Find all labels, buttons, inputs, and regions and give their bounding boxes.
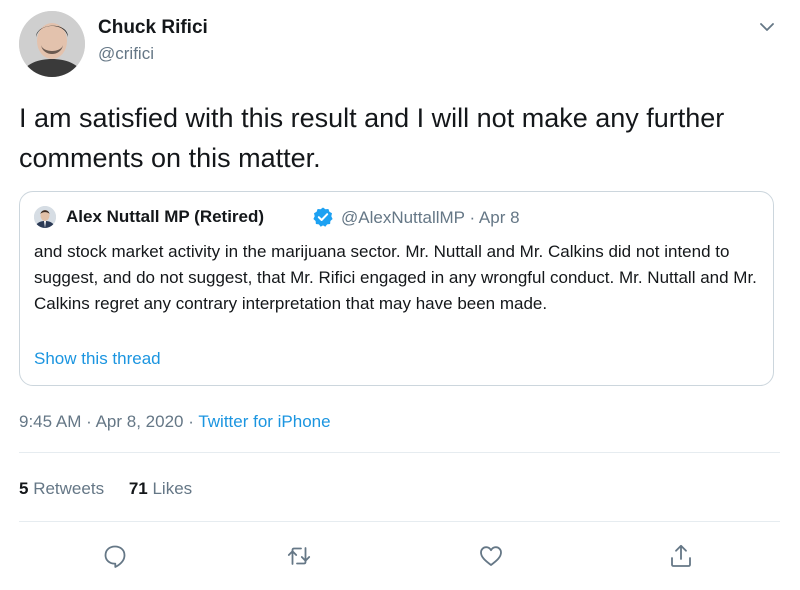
tweet-time[interactable]: 9:45 AM bbox=[19, 412, 81, 431]
author-name[interactable]: Chuck Rifici bbox=[98, 17, 208, 39]
meta-separator: · bbox=[86, 412, 92, 431]
author-avatar[interactable] bbox=[19, 11, 85, 77]
tweet-text: I am satisfied with this result and I wi… bbox=[19, 103, 725, 173]
chevron-down-icon[interactable] bbox=[757, 17, 777, 37]
quoted-handle-line: @AlexNuttallMP · Apr 8 bbox=[341, 208, 520, 228]
retweets-stat[interactable]: 5 Retweets bbox=[19, 479, 109, 498]
author-handle[interactable]: @crifici bbox=[98, 44, 154, 64]
verified-badge-icon bbox=[312, 206, 334, 228]
tweet-date[interactable]: Apr 8, 2020 bbox=[96, 412, 184, 431]
tweet-meta: 9:45 AM · Apr 8, 2020 · Twitter for iPho… bbox=[19, 412, 331, 432]
quoted-author-name[interactable]: Alex Nuttall MP (Retired) bbox=[66, 207, 264, 227]
quoted-date[interactable]: Apr 8 bbox=[479, 208, 520, 227]
tweet-source-link[interactable]: Twitter for iPhone bbox=[198, 412, 330, 431]
reply-icon[interactable] bbox=[101, 542, 129, 570]
quoted-tweet[interactable]: Alex Nuttall MP (Retired) @AlexNuttallMP… bbox=[19, 191, 774, 386]
divider bbox=[19, 452, 780, 453]
likes-stat[interactable]: 71 Likes bbox=[129, 479, 192, 498]
quoted-author-handle[interactable]: @AlexNuttallMP bbox=[341, 208, 465, 227]
meta-separator: · bbox=[188, 412, 194, 431]
share-icon[interactable] bbox=[667, 542, 695, 570]
likes-label: Likes bbox=[152, 479, 193, 498]
show-thread-link[interactable]: Show this thread bbox=[34, 349, 161, 369]
heart-icon[interactable] bbox=[477, 542, 505, 570]
likes-count: 71 bbox=[128, 479, 148, 498]
retweets-label: Retweets bbox=[33, 479, 105, 498]
retweets-count: 5 bbox=[19, 479, 29, 498]
quoted-author-avatar bbox=[34, 206, 56, 228]
quoted-tweet-text: and stock market activity in the marijua… bbox=[34, 242, 757, 313]
quoted-separator: · bbox=[469, 208, 476, 227]
retweet-icon[interactable] bbox=[285, 542, 313, 570]
divider bbox=[19, 521, 780, 522]
tweet-stats: 5 Retweets 71 Likes bbox=[19, 479, 192, 499]
